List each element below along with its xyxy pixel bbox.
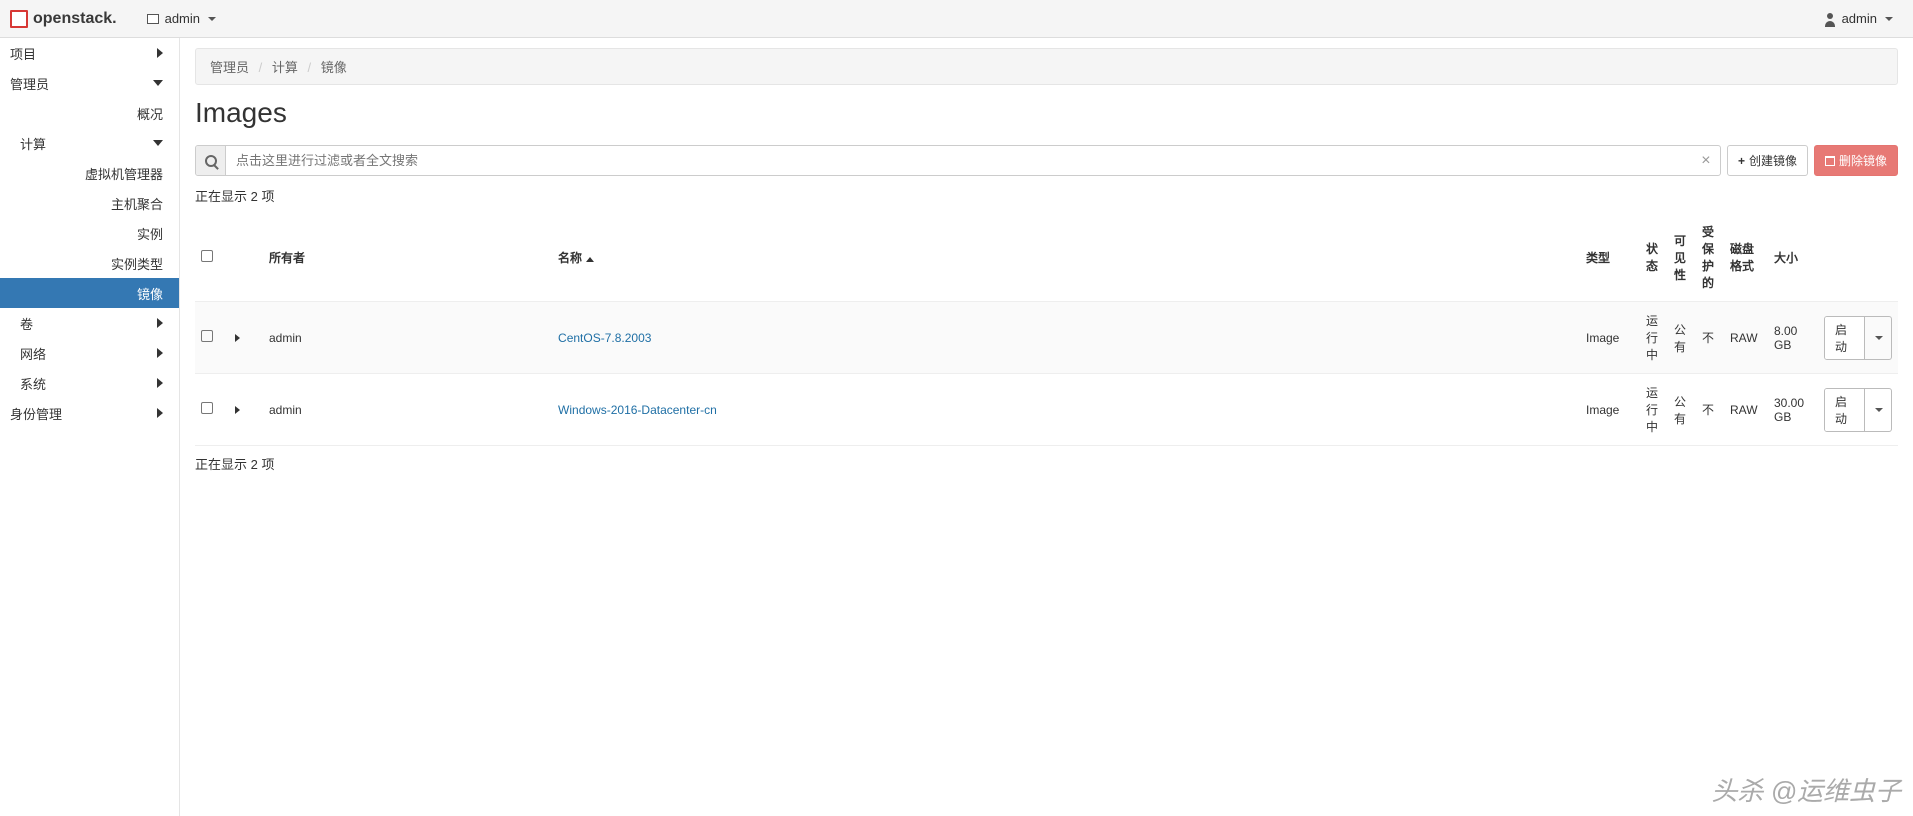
user-icon bbox=[1824, 13, 1836, 25]
cell-status: 运行中 bbox=[1640, 302, 1668, 374]
page-title: Images bbox=[195, 97, 1898, 129]
image-name-link[interactable]: CentOS-7.8.2003 bbox=[558, 331, 651, 345]
cell-protected: 不 bbox=[1696, 374, 1724, 446]
chevron-down-icon bbox=[153, 140, 163, 146]
nav-compute[interactable]: 计算 bbox=[0, 128, 179, 158]
images-table: 所有者 名称 类型 状态 可见性 受保护的 磁盘格式 大小 admin Cent… bbox=[195, 213, 1898, 446]
nav-project[interactable]: 项目 bbox=[0, 38, 179, 68]
cell-type: Image bbox=[1580, 374, 1640, 446]
col-owner[interactable]: 所有者 bbox=[263, 213, 552, 302]
showing-top: 正在显示 2 项 bbox=[195, 186, 1898, 205]
expand-icon[interactable] bbox=[235, 406, 240, 414]
search-wrap: × bbox=[195, 145, 1721, 176]
cell-visibility: 公有 bbox=[1668, 302, 1696, 374]
col-status[interactable]: 状态 bbox=[1640, 213, 1668, 302]
chevron-right-icon bbox=[157, 378, 163, 388]
breadcrumb-images: 镜像 bbox=[321, 60, 347, 75]
trash-icon bbox=[1825, 156, 1835, 166]
cell-size: 30.00 GB bbox=[1768, 374, 1818, 446]
caret-down-icon bbox=[1885, 17, 1893, 21]
breadcrumb: 管理员 / 计算 / 镜像 bbox=[195, 48, 1898, 85]
col-protected[interactable]: 受保护的 bbox=[1696, 213, 1724, 302]
col-diskfmt[interactable]: 磁盘格式 bbox=[1724, 213, 1768, 302]
cell-diskfmt: RAW bbox=[1724, 374, 1768, 446]
cell-owner: admin bbox=[263, 374, 552, 446]
col-visibility[interactable]: 可见性 bbox=[1668, 213, 1696, 302]
sidebar: 项目 管理员 概况 计算 虚拟机管理器 主机聚合 实例 实例类型 镜像 卷 网络… bbox=[0, 38, 180, 816]
col-name[interactable]: 名称 bbox=[552, 213, 1580, 302]
row-checkbox[interactable] bbox=[201, 330, 213, 342]
topbar: openstack. admin admin bbox=[0, 0, 1913, 38]
cell-owner: admin bbox=[263, 302, 552, 374]
nav-admin[interactable]: 管理员 bbox=[0, 68, 179, 98]
nav-flavors[interactable]: 实例类型 bbox=[0, 248, 179, 278]
cell-size: 8.00 GB bbox=[1768, 302, 1818, 374]
search-clear[interactable]: × bbox=[1692, 146, 1720, 175]
search-input[interactable] bbox=[226, 146, 1692, 175]
row-action[interactable]: 启动 bbox=[1824, 316, 1892, 360]
brand[interactable]: openstack. bbox=[10, 10, 137, 28]
search-button[interactable] bbox=[196, 146, 226, 175]
user-label: admin bbox=[1842, 11, 1877, 26]
project-icon bbox=[147, 14, 159, 24]
main-content: 管理员 / 计算 / 镜像 Images × + 创建镜像 删除镜像 正在显示 … bbox=[180, 38, 1913, 816]
nav-system[interactable]: 系统 bbox=[0, 368, 179, 398]
showing-bottom: 正在显示 2 项 bbox=[195, 454, 1898, 473]
plus-icon: + bbox=[1738, 154, 1745, 168]
chevron-right-icon bbox=[157, 348, 163, 358]
action-dropdown[interactable] bbox=[1864, 389, 1891, 431]
project-selector[interactable]: admin bbox=[137, 5, 226, 32]
chevron-down-icon bbox=[153, 80, 163, 86]
toolbar: × + 创建镜像 删除镜像 bbox=[195, 145, 1898, 176]
delete-image-button[interactable]: 删除镜像 bbox=[1814, 145, 1898, 176]
table-row: admin CentOS-7.8.2003 Image 运行中 公有 不 RAW… bbox=[195, 302, 1898, 374]
col-size[interactable]: 大小 bbox=[1768, 213, 1818, 302]
nav-network[interactable]: 网络 bbox=[0, 338, 179, 368]
row-checkbox[interactable] bbox=[201, 402, 213, 414]
cell-status: 运行中 bbox=[1640, 374, 1668, 446]
nav-host-aggregates[interactable]: 主机聚合 bbox=[0, 188, 179, 218]
cell-type: Image bbox=[1580, 302, 1640, 374]
cell-visibility: 公有 bbox=[1668, 374, 1696, 446]
nav-identity[interactable]: 身份管理 bbox=[0, 398, 179, 428]
project-label: admin bbox=[165, 11, 200, 26]
openstack-logo-icon bbox=[10, 10, 28, 28]
chevron-right-icon bbox=[157, 48, 163, 58]
chevron-right-icon bbox=[157, 408, 163, 418]
caret-down-icon bbox=[1875, 336, 1883, 340]
user-menu[interactable]: admin bbox=[1814, 5, 1903, 32]
nav-hypervisors[interactable]: 虚拟机管理器 bbox=[0, 158, 179, 188]
cell-protected: 不 bbox=[1696, 302, 1724, 374]
search-icon bbox=[205, 155, 217, 167]
action-dropdown[interactable] bbox=[1864, 317, 1891, 359]
nav-volume[interactable]: 卷 bbox=[0, 308, 179, 338]
nav-images[interactable]: 镜像 bbox=[0, 278, 179, 308]
col-type[interactable]: 类型 bbox=[1580, 213, 1640, 302]
expand-icon[interactable] bbox=[235, 334, 240, 342]
caret-down-icon bbox=[208, 17, 216, 21]
caret-down-icon bbox=[1875, 408, 1883, 412]
chevron-right-icon bbox=[157, 318, 163, 328]
brand-text: openstack. bbox=[33, 10, 117, 28]
sort-asc-icon bbox=[586, 257, 594, 262]
table-row: admin Windows-2016-Datacenter-cn Image 运… bbox=[195, 374, 1898, 446]
nav-overview[interactable]: 概况 bbox=[0, 98, 179, 128]
create-image-button[interactable]: + 创建镜像 bbox=[1727, 145, 1808, 176]
cell-diskfmt: RAW bbox=[1724, 302, 1768, 374]
row-action[interactable]: 启动 bbox=[1824, 388, 1892, 432]
select-all-checkbox[interactable] bbox=[201, 250, 213, 262]
image-name-link[interactable]: Windows-2016-Datacenter-cn bbox=[558, 403, 717, 417]
breadcrumb-admin[interactable]: 管理员 bbox=[210, 60, 249, 75]
breadcrumb-compute[interactable]: 计算 bbox=[272, 60, 298, 75]
nav-instances[interactable]: 实例 bbox=[0, 218, 179, 248]
